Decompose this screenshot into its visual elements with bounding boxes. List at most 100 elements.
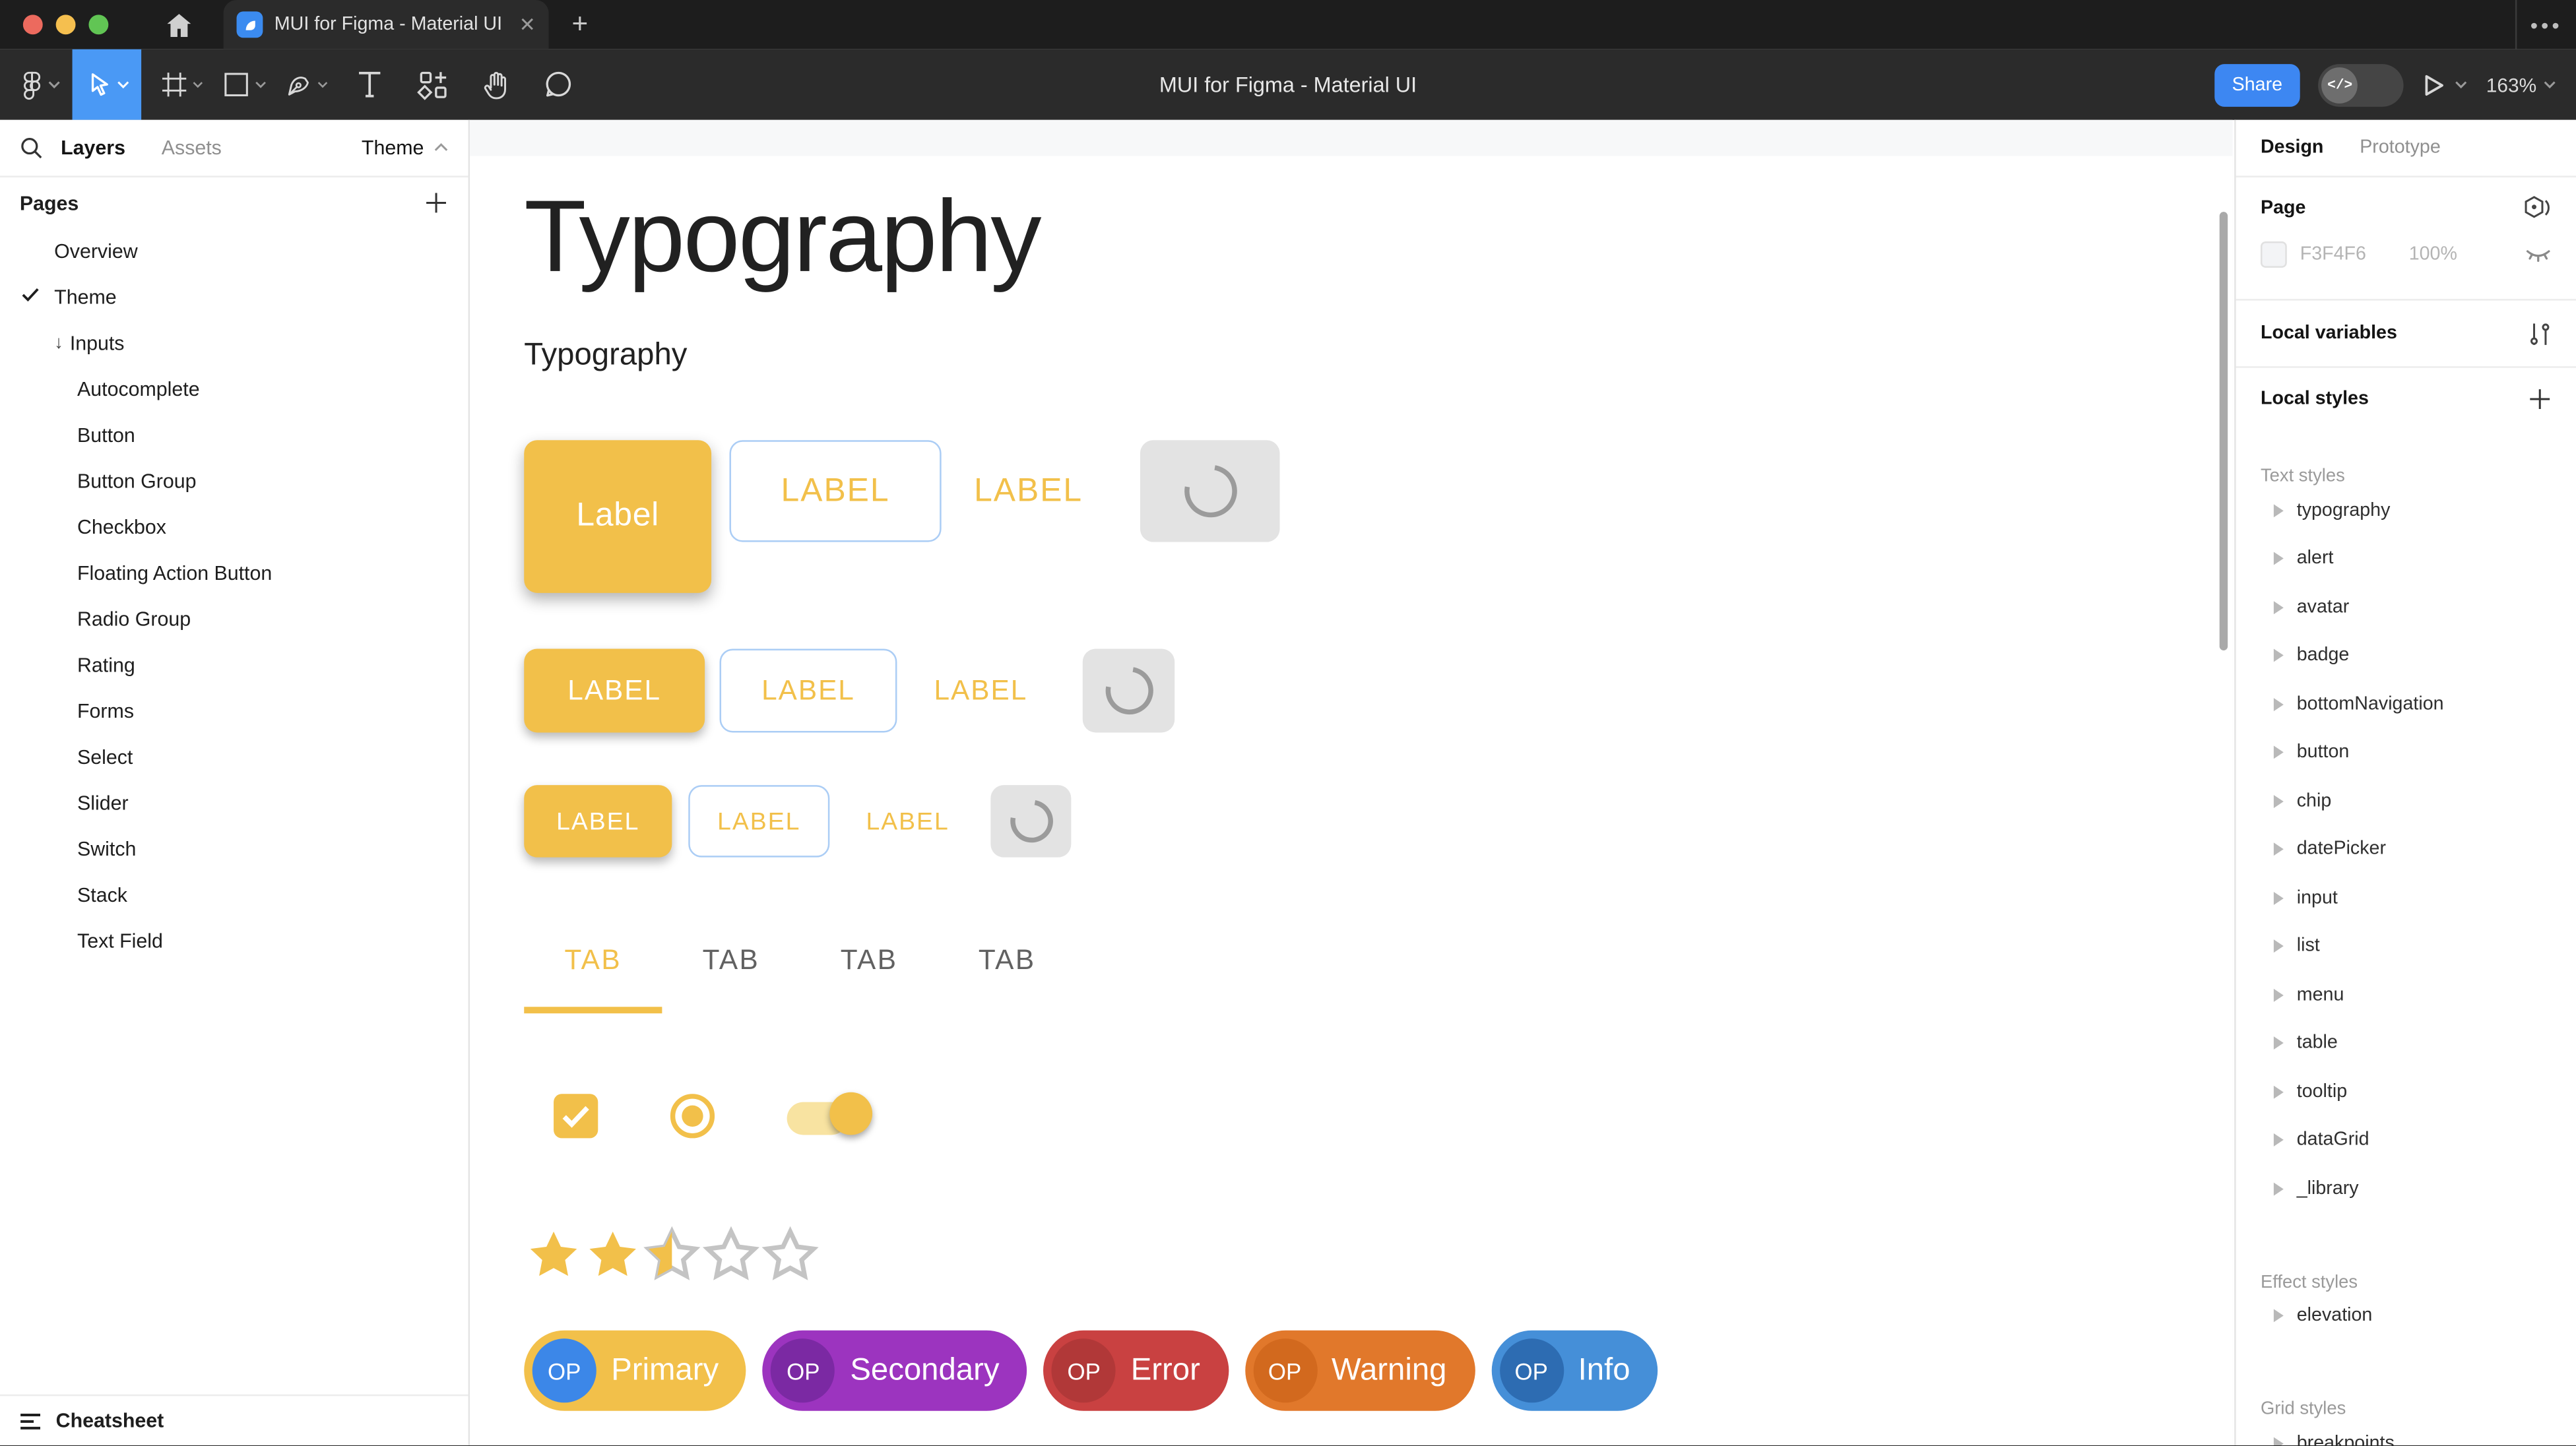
style-item-button[interactable]: button (2236, 728, 2576, 776)
button-text-small[interactable]: LABEL (854, 785, 961, 858)
expand-triangle-icon[interactable] (2274, 891, 2284, 904)
expand-triangle-icon[interactable] (2274, 552, 2284, 565)
expand-triangle-icon[interactable] (2274, 1437, 2284, 1445)
hand-tool-button[interactable] (473, 49, 516, 120)
expand-triangle-icon[interactable] (2274, 794, 2284, 807)
resources-tool-button[interactable] (410, 49, 453, 120)
add-page-icon[interactable] (424, 191, 448, 215)
button-loading-large[interactable] (1140, 440, 1280, 542)
canvas-tab-1[interactable]: TAB (524, 933, 662, 987)
canvas-tab-2[interactable]: TAB (662, 933, 800, 987)
local-variables-section[interactable]: Local variables (2236, 301, 2576, 367)
move-tool-button[interactable] (73, 49, 142, 120)
full-star-icon[interactable] (583, 1225, 643, 1282)
tab-assets[interactable]: Assets (162, 137, 222, 160)
shape-tool-button[interactable] (224, 49, 267, 120)
page-item[interactable]: Theme (0, 274, 468, 321)
page-item[interactable]: Overview (0, 228, 468, 274)
page-color-opacity[interactable]: 100% (2409, 245, 2457, 265)
full-star-icon[interactable] (524, 1225, 583, 1282)
close-tab-icon[interactable]: ✕ (519, 13, 536, 36)
button-contained-small[interactable]: LABEL (524, 785, 672, 858)
style-item-typography[interactable]: typography (2236, 486, 2576, 534)
present-button[interactable] (2422, 71, 2468, 98)
style-item-tooltip[interactable]: tooltip (2236, 1067, 2576, 1116)
expand-triangle-icon[interactable] (2274, 940, 2284, 953)
expand-triangle-icon[interactable] (2274, 1085, 2284, 1098)
canvas[interactable]: Typography Typography Label LABEL LABEL … (470, 120, 2233, 1445)
button-text-medium[interactable]: LABEL (922, 648, 1040, 732)
style-item-avatar[interactable]: avatar (2236, 583, 2576, 631)
apply-variable-icon[interactable] (2523, 195, 2551, 220)
button-outlined-large[interactable]: LABEL (729, 440, 941, 542)
page-item[interactable]: Slider (0, 780, 468, 827)
style-item-dataGrid[interactable]: dataGrid (2236, 1116, 2576, 1164)
button-loading-medium[interactable] (1083, 648, 1175, 732)
page-color-row[interactable]: F3F4F6 100% (2236, 230, 2576, 280)
page-item[interactable]: Text Field (0, 918, 468, 964)
eye-closed-icon[interactable] (2525, 245, 2552, 265)
share-button[interactable]: Share (2214, 63, 2300, 106)
expand-triangle-icon[interactable] (2274, 1182, 2284, 1195)
page-item[interactable]: Rating (0, 643, 468, 689)
button-contained-medium[interactable]: LABEL (524, 648, 705, 732)
style-item-elevation[interactable]: elevation (2236, 1292, 2576, 1340)
expand-triangle-icon[interactable] (2274, 649, 2284, 662)
style-item-datePicker[interactable]: datePicker (2236, 825, 2576, 873)
frame-tool-button[interactable] (161, 49, 204, 120)
chip-primary[interactable]: OPPrimary (524, 1331, 746, 1411)
expand-triangle-icon[interactable] (2274, 504, 2284, 517)
style-item-input[interactable]: input (2236, 874, 2576, 922)
empty-star-icon[interactable] (761, 1225, 820, 1282)
style-item-badge[interactable]: badge (2236, 631, 2576, 679)
tab-design[interactable]: Design (2261, 138, 2323, 158)
chip-secondary[interactable]: OPSecondary (763, 1331, 1027, 1411)
canvas-tab-4[interactable]: TAB (938, 933, 1076, 987)
expand-triangle-icon[interactable] (2274, 1309, 2284, 1323)
close-window-button[interactable] (23, 15, 43, 34)
expand-triangle-icon[interactable] (2274, 601, 2284, 614)
page-color-hex[interactable]: F3F4F6 (2300, 245, 2366, 265)
variables-sliders-icon[interactable] (2528, 321, 2552, 346)
expand-triangle-icon[interactable] (2274, 746, 2284, 759)
expand-triangle-icon[interactable] (2274, 988, 2284, 1001)
canvas-tab-3[interactable]: TAB (800, 933, 938, 987)
style-item-breakpoints[interactable]: breakpoints (2236, 1419, 2576, 1445)
rating-component[interactable] (524, 1225, 820, 1282)
style-item-_library[interactable]: _library (2236, 1164, 2576, 1212)
button-text-large[interactable]: LABEL (963, 440, 1094, 542)
page-item[interactable]: Radio Group (0, 596, 468, 643)
local-styles-section[interactable]: Local styles (2236, 368, 2576, 431)
page-item[interactable]: Button (0, 412, 468, 458)
page-item[interactable]: Floating Action Button (0, 550, 468, 596)
minimize-window-button[interactable] (56, 15, 76, 34)
button-outlined-medium[interactable]: LABEL (720, 648, 897, 732)
style-item-menu[interactable]: menu (2236, 970, 2576, 1019)
page-color-swatch[interactable] (2261, 241, 2287, 268)
window-menu-button[interactable]: ••• (2517, 13, 2576, 37)
text-tool-button[interactable] (348, 49, 391, 120)
style-item-list[interactable]: list (2236, 922, 2576, 970)
button-contained-large[interactable]: Label (524, 440, 711, 593)
page-item[interactable]: Switch (0, 826, 468, 872)
fullscreen-window-button[interactable] (88, 15, 108, 34)
chip-error[interactable]: OPError (1044, 1331, 1228, 1411)
page-item[interactable]: Button Group (0, 458, 468, 505)
page-item[interactable]: Forms (0, 688, 468, 734)
comment-tool-button[interactable] (536, 49, 579, 120)
empty-star-icon[interactable] (701, 1225, 761, 1282)
sidebar-item-cheatsheet[interactable]: Cheatsheet (0, 1396, 468, 1445)
main-menu-button[interactable] (10, 49, 73, 120)
radio-button-checked[interactable] (670, 1094, 715, 1138)
switch-on[interactable] (787, 1087, 872, 1141)
chip-info[interactable]: OPInfo (1491, 1331, 1658, 1411)
button-loading-small[interactable] (990, 785, 1071, 858)
style-item-alert[interactable]: alert (2236, 534, 2576, 582)
page-item[interactable]: Checkbox (0, 504, 468, 550)
page-item[interactable]: Autocomplete (0, 366, 468, 412)
tab-layers[interactable]: Layers (61, 137, 125, 160)
style-item-table[interactable]: table (2236, 1019, 2576, 1067)
page-item[interactable]: Stack (0, 872, 468, 918)
home-button[interactable] (154, 0, 204, 49)
pen-tool-button[interactable] (286, 49, 329, 120)
